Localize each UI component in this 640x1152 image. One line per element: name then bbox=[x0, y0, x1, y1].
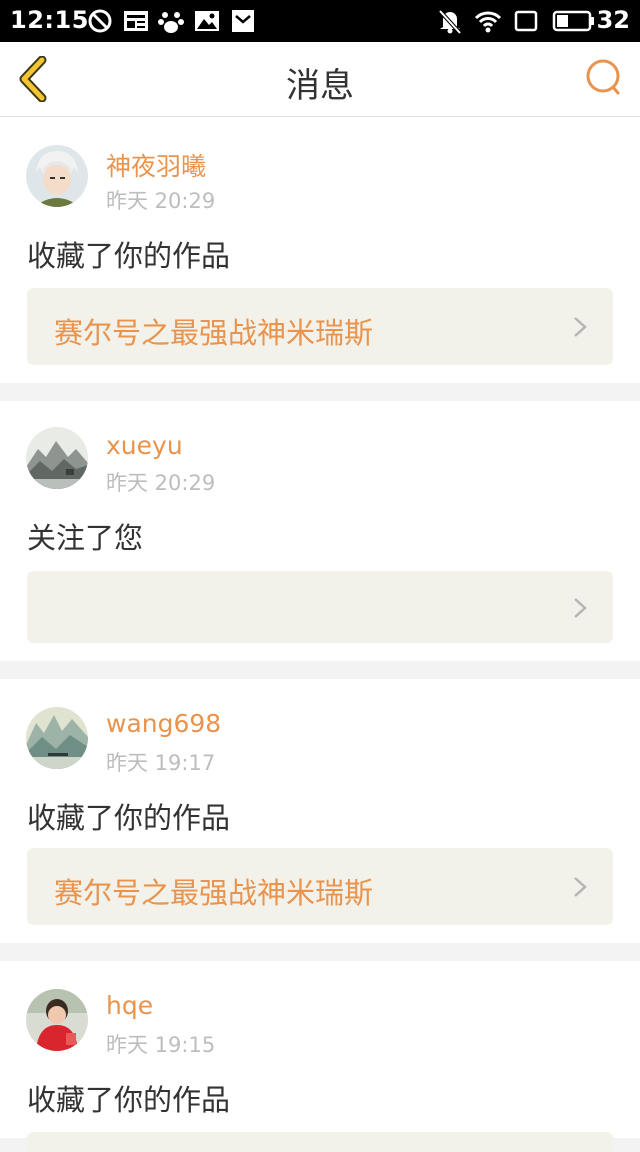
work-link-card[interactable] bbox=[27, 1132, 613, 1152]
paw-icon bbox=[158, 12, 184, 33]
status-time: 12:15 bbox=[10, 6, 89, 34]
work-link-card[interactable] bbox=[27, 571, 613, 643]
do-not-disturb-icon bbox=[88, 9, 112, 33]
message-item: hqe 昨天 19:15 收藏了你的作品 bbox=[0, 961, 640, 1152]
work-title: 赛尔号之最强战神米瑞斯 bbox=[54, 316, 374, 350]
chevron-right-icon bbox=[574, 317, 587, 337]
signal-icon bbox=[514, 10, 538, 32]
search-button[interactable] bbox=[584, 56, 624, 100]
battery-level: 32 bbox=[596, 6, 630, 34]
action-text: 收藏了你的作品 bbox=[27, 239, 231, 273]
news-icon bbox=[124, 11, 148, 31]
chevron-right-icon bbox=[574, 877, 587, 897]
avatar-image bbox=[26, 145, 88, 207]
avatar-image bbox=[26, 707, 88, 769]
username[interactable]: wang698 bbox=[106, 709, 221, 738]
avatar[interactable] bbox=[26, 989, 88, 1051]
timestamp: 昨天 20:29 bbox=[106, 471, 216, 495]
avatar-image bbox=[26, 989, 88, 1051]
work-link-card[interactable]: 赛尔号之最强战神米瑞斯 bbox=[27, 288, 613, 365]
username[interactable]: 神夜羽曦 bbox=[106, 147, 206, 183]
message-item: wang698 昨天 19:17 收藏了你的作品 赛尔号之最强战神米瑞斯 bbox=[0, 679, 640, 943]
timestamp: 昨天 19:17 bbox=[106, 751, 216, 775]
chevron-right-icon bbox=[574, 598, 587, 618]
username[interactable]: hqe bbox=[106, 991, 153, 1020]
avatar[interactable] bbox=[26, 707, 88, 769]
action-text: 收藏了你的作品 bbox=[27, 1083, 231, 1117]
avatar-image bbox=[26, 427, 88, 489]
battery-icon bbox=[552, 10, 594, 32]
avatar[interactable] bbox=[26, 145, 88, 207]
timestamp: 昨天 20:29 bbox=[106, 189, 216, 213]
message-item: xueyu 昨天 20:29 关注了您 bbox=[0, 401, 640, 661]
status-bar: 12:15 32 bbox=[0, 0, 640, 42]
work-title: 赛尔号之最强战神米瑞斯 bbox=[54, 876, 374, 910]
image-icon bbox=[195, 11, 219, 31]
username[interactable]: xueyu bbox=[106, 431, 183, 460]
header: 消息 bbox=[0, 42, 640, 117]
avatar[interactable] bbox=[26, 427, 88, 489]
wifi-icon bbox=[474, 11, 502, 33]
muted-bell-icon bbox=[438, 9, 462, 35]
action-text: 收藏了你的作品 bbox=[27, 801, 231, 835]
mail-icon bbox=[232, 10, 254, 32]
page-title: 消息 bbox=[286, 66, 354, 106]
action-text: 关注了您 bbox=[27, 521, 144, 555]
timestamp: 昨天 19:15 bbox=[106, 1033, 216, 1057]
message-item: 神夜羽曦 昨天 20:29 收藏了你的作品 赛尔号之最强战神米瑞斯 bbox=[0, 117, 640, 383]
work-link-card[interactable]: 赛尔号之最强战神米瑞斯 bbox=[27, 848, 613, 925]
